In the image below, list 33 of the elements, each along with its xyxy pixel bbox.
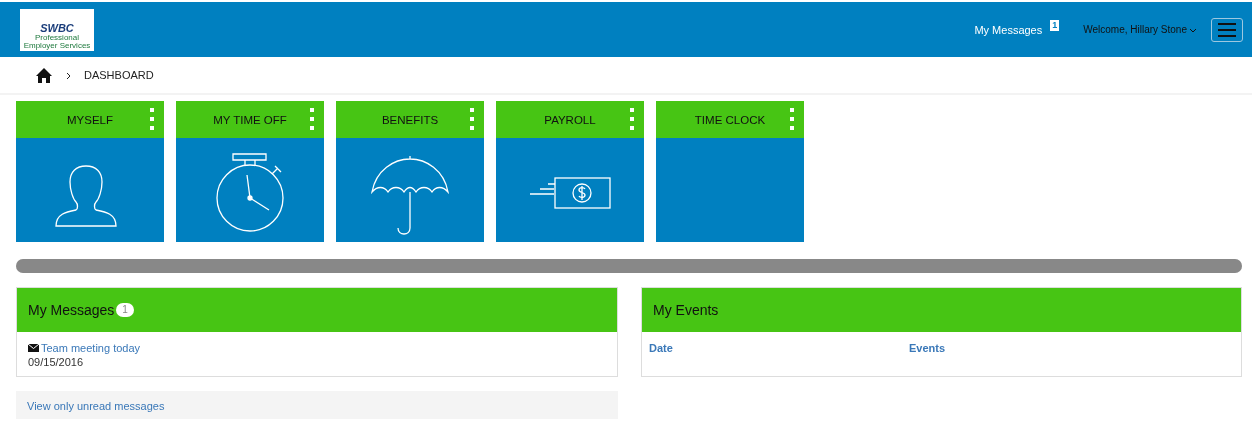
company-logo: SWBC Professional Employer Services	[20, 8, 94, 51]
kebab-menu-icon[interactable]	[150, 108, 154, 130]
kebab-menu-icon[interactable]	[470, 108, 474, 130]
tile-title: MYSELF	[67, 113, 113, 126]
message-count-badge: 1	[1050, 20, 1060, 31]
tile-title: BENEFITS	[381, 113, 439, 126]
chevron-down-icon	[1189, 26, 1197, 33]
panel-title: My Messages	[28, 302, 115, 318]
menu-button[interactable]	[1211, 17, 1243, 42]
message-link[interactable]: Team meeting today	[41, 342, 141, 354]
column-header: Events	[909, 342, 947, 354]
unread-filter-link[interactable]: View only unread messages	[27, 400, 165, 412]
kebab-menu-icon[interactable]	[310, 108, 314, 130]
kebab-menu-icon[interactable]	[790, 108, 794, 130]
message-date: 09/15/2016	[28, 356, 85, 368]
envelope-icon	[28, 344, 39, 352]
menu-icon	[1218, 22, 1236, 37]
unread-badge: 1	[116, 303, 134, 317]
breadcrumb-current: DASHBOARD	[84, 69, 154, 81]
kebab-menu-icon[interactable]	[630, 108, 634, 130]
user-menu[interactable]: Welcome, Hillary Stone	[1083, 24, 1197, 35]
money-icon	[529, 177, 611, 209]
tile-title: TIME CLOCK	[694, 113, 766, 126]
tile-title: PAYROLL	[544, 113, 596, 126]
home-icon[interactable]	[35, 67, 53, 83]
panel-title: My Events	[653, 302, 719, 318]
chevron-right-icon	[66, 72, 72, 80]
person-icon	[55, 165, 117, 227]
messages-link[interactable]: My Messages	[974, 23, 1043, 36]
column-header: Date	[649, 342, 674, 354]
stopwatch-icon	[216, 153, 284, 232]
tile-title: MY TIME OFF	[213, 113, 287, 126]
umbrella-icon	[371, 155, 449, 235]
